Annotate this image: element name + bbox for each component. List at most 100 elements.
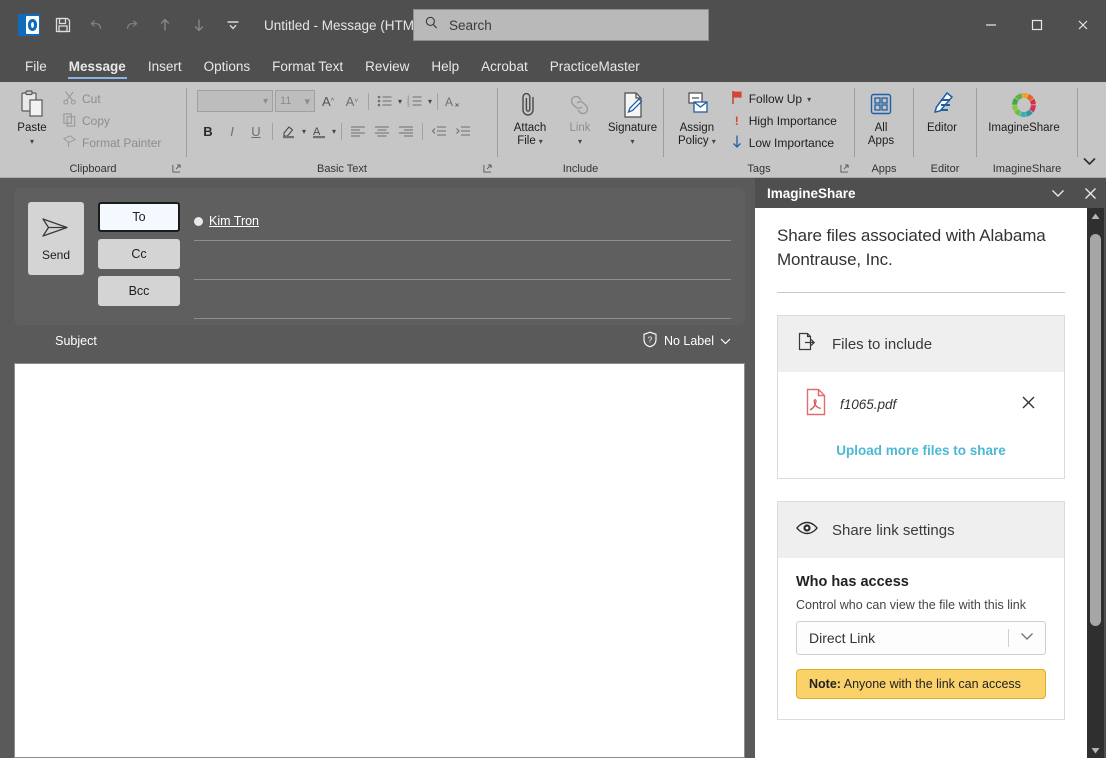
maximize-button[interactable] bbox=[1014, 0, 1060, 50]
ribbon-collapse-button[interactable] bbox=[1076, 149, 1102, 173]
imagineshare-panel-body-wrap: Share files associated with Alabama Mont… bbox=[755, 208, 1106, 758]
imagineshare-panel-scrollbar[interactable] bbox=[1087, 208, 1104, 758]
attach-file-label: Attach bbox=[514, 122, 547, 135]
tags-dialog-launcher-icon[interactable] bbox=[840, 164, 849, 175]
chevron-down-icon: ▾ bbox=[263, 96, 268, 107]
high-importance-button[interactable]: ! High Importance bbox=[726, 110, 841, 132]
tab-acrobat[interactable]: Acrobat bbox=[470, 50, 539, 82]
numbering-chevron-down-icon[interactable]: ▾ bbox=[428, 97, 432, 106]
pdf-icon bbox=[804, 388, 828, 421]
scrollbar-thumb[interactable] bbox=[1090, 234, 1101, 626]
tab-help[interactable]: Help bbox=[420, 50, 470, 82]
paste-button[interactable]: Paste ▾ bbox=[6, 86, 58, 150]
tab-message[interactable]: Message bbox=[58, 50, 137, 82]
highlight-chevron-down-icon[interactable]: ▾ bbox=[302, 127, 306, 136]
tab-format-text[interactable]: Format Text bbox=[261, 50, 354, 82]
basic-text-dialog-launcher-icon[interactable] bbox=[483, 164, 492, 175]
numbering-icon[interactable]: 123 bbox=[404, 90, 426, 112]
font-color-icon[interactable]: A bbox=[308, 120, 330, 142]
upload-more-files-link[interactable]: Upload more files to share bbox=[796, 443, 1046, 458]
group-divider bbox=[1077, 88, 1078, 157]
ribbon-tab-bar: File Message Insert Options Format Text … bbox=[0, 50, 1106, 82]
tab-review[interactable]: Review bbox=[354, 50, 420, 82]
font-color-chevron-down-icon[interactable]: ▾ bbox=[332, 127, 336, 136]
sensitivity-label-button[interactable]: ? No Label bbox=[642, 331, 731, 351]
follow-up-label: Follow Up bbox=[749, 92, 802, 106]
ribbon-group-imagineshare: ImagineShare ImagineShare bbox=[977, 82, 1077, 177]
tab-file[interactable]: File bbox=[14, 50, 58, 82]
bold-button[interactable]: B bbox=[197, 120, 219, 142]
access-level-value: Direct Link bbox=[809, 630, 875, 646]
group-label-include: Include bbox=[498, 160, 663, 177]
message-body-editor[interactable] bbox=[14, 363, 745, 758]
chevron-down-icon: ▾ bbox=[712, 135, 716, 148]
low-importance-button[interactable]: Low Importance bbox=[726, 132, 841, 154]
scroll-down-button[interactable] bbox=[1087, 742, 1104, 758]
font-family-select[interactable]: ▾ bbox=[197, 90, 273, 112]
tab-insert[interactable]: Insert bbox=[137, 50, 193, 82]
text-highlight-icon[interactable] bbox=[278, 120, 300, 142]
search-input[interactable]: Search bbox=[413, 9, 709, 41]
scrollbar-track[interactable] bbox=[1087, 224, 1104, 742]
remove-file-button[interactable] bbox=[1018, 395, 1038, 414]
shield-question-icon: ? bbox=[642, 331, 658, 351]
eye-icon bbox=[796, 519, 818, 541]
signature-button[interactable]: Signature ▾ bbox=[608, 86, 657, 150]
imagineshare-button[interactable]: ImagineShare bbox=[979, 86, 1069, 137]
imagineshare-panel-collapse-button[interactable] bbox=[1042, 178, 1074, 208]
shrink-font-icon[interactable]: A˅ bbox=[341, 90, 363, 112]
save-icon[interactable] bbox=[46, 8, 80, 42]
italic-button[interactable]: I bbox=[221, 120, 243, 142]
cc-field[interactable] bbox=[194, 241, 731, 280]
bullets-chevron-down-icon[interactable]: ▾ bbox=[398, 97, 402, 106]
link-icon bbox=[566, 88, 594, 122]
bcc-button[interactable]: Bcc bbox=[98, 276, 180, 306]
attach-file-button[interactable]: Attach File ▾ bbox=[508, 86, 552, 150]
imagineshare-panel-header: ImagineShare bbox=[755, 178, 1106, 208]
underline-button[interactable]: U bbox=[245, 120, 267, 142]
chevron-down-icon: ▾ bbox=[807, 95, 811, 104]
sensitivity-label: No Label bbox=[664, 334, 714, 348]
cc-button[interactable]: Cc bbox=[98, 239, 180, 269]
clipboard-dialog-launcher-icon[interactable] bbox=[172, 164, 181, 175]
imagineshare-panel-close-button[interactable] bbox=[1074, 178, 1106, 208]
access-level-select[interactable]: Direct Link bbox=[796, 621, 1046, 655]
low-importance-label: Low Importance bbox=[749, 136, 834, 150]
editor-pen-icon bbox=[928, 88, 956, 122]
font-size-select[interactable]: 11 ▾ bbox=[275, 90, 315, 112]
align-left-icon[interactable] bbox=[347, 120, 369, 142]
customize-qat-icon[interactable] bbox=[216, 8, 250, 42]
close-button[interactable] bbox=[1060, 0, 1106, 50]
assign-policy-button[interactable]: Assign Policy ▾ bbox=[672, 86, 722, 150]
search-icon bbox=[424, 15, 439, 35]
send-button[interactable]: Send bbox=[28, 202, 84, 275]
files-card-title: Files to include bbox=[832, 336, 932, 353]
bullets-icon[interactable] bbox=[374, 90, 396, 112]
minimize-button[interactable] bbox=[968, 0, 1014, 50]
all-apps-button[interactable]: All Apps bbox=[859, 86, 903, 150]
to-field[interactable]: Kim Tron bbox=[194, 202, 731, 241]
clear-formatting-icon[interactable]: A bbox=[443, 90, 465, 112]
assign-policy-label2: Policy bbox=[678, 135, 709, 148]
to-button[interactable]: To bbox=[98, 202, 180, 232]
follow-up-button[interactable]: Follow Up ▾ bbox=[726, 88, 841, 110]
scroll-up-button[interactable] bbox=[1087, 208, 1104, 224]
decrease-indent-icon[interactable] bbox=[428, 120, 450, 142]
recipient-chip[interactable]: Kim Tron bbox=[209, 214, 259, 228]
align-center-icon[interactable] bbox=[371, 120, 393, 142]
grow-font-icon[interactable]: A^ bbox=[317, 90, 339, 112]
tab-practicemaster[interactable]: PracticeMaster bbox=[539, 50, 651, 82]
tab-options[interactable]: Options bbox=[193, 50, 262, 82]
access-note-banner: Note: Anyone with the link can access bbox=[796, 669, 1046, 699]
bcc-field[interactable] bbox=[194, 280, 731, 319]
tab-label: Message bbox=[69, 59, 126, 74]
signature-label: Signature bbox=[608, 122, 657, 135]
increase-indent-icon[interactable] bbox=[452, 120, 474, 142]
align-right-icon[interactable] bbox=[395, 120, 417, 142]
imagineshare-label: ImagineShare bbox=[988, 122, 1060, 135]
tab-label: Acrobat bbox=[481, 59, 528, 74]
ribbon-group-include: Attach File ▾ Link ▾ Signature ▾ bbox=[498, 82, 663, 177]
editor-button[interactable]: Editor bbox=[920, 86, 964, 137]
previous-item-icon bbox=[148, 8, 182, 42]
tab-label: Help bbox=[431, 59, 459, 74]
